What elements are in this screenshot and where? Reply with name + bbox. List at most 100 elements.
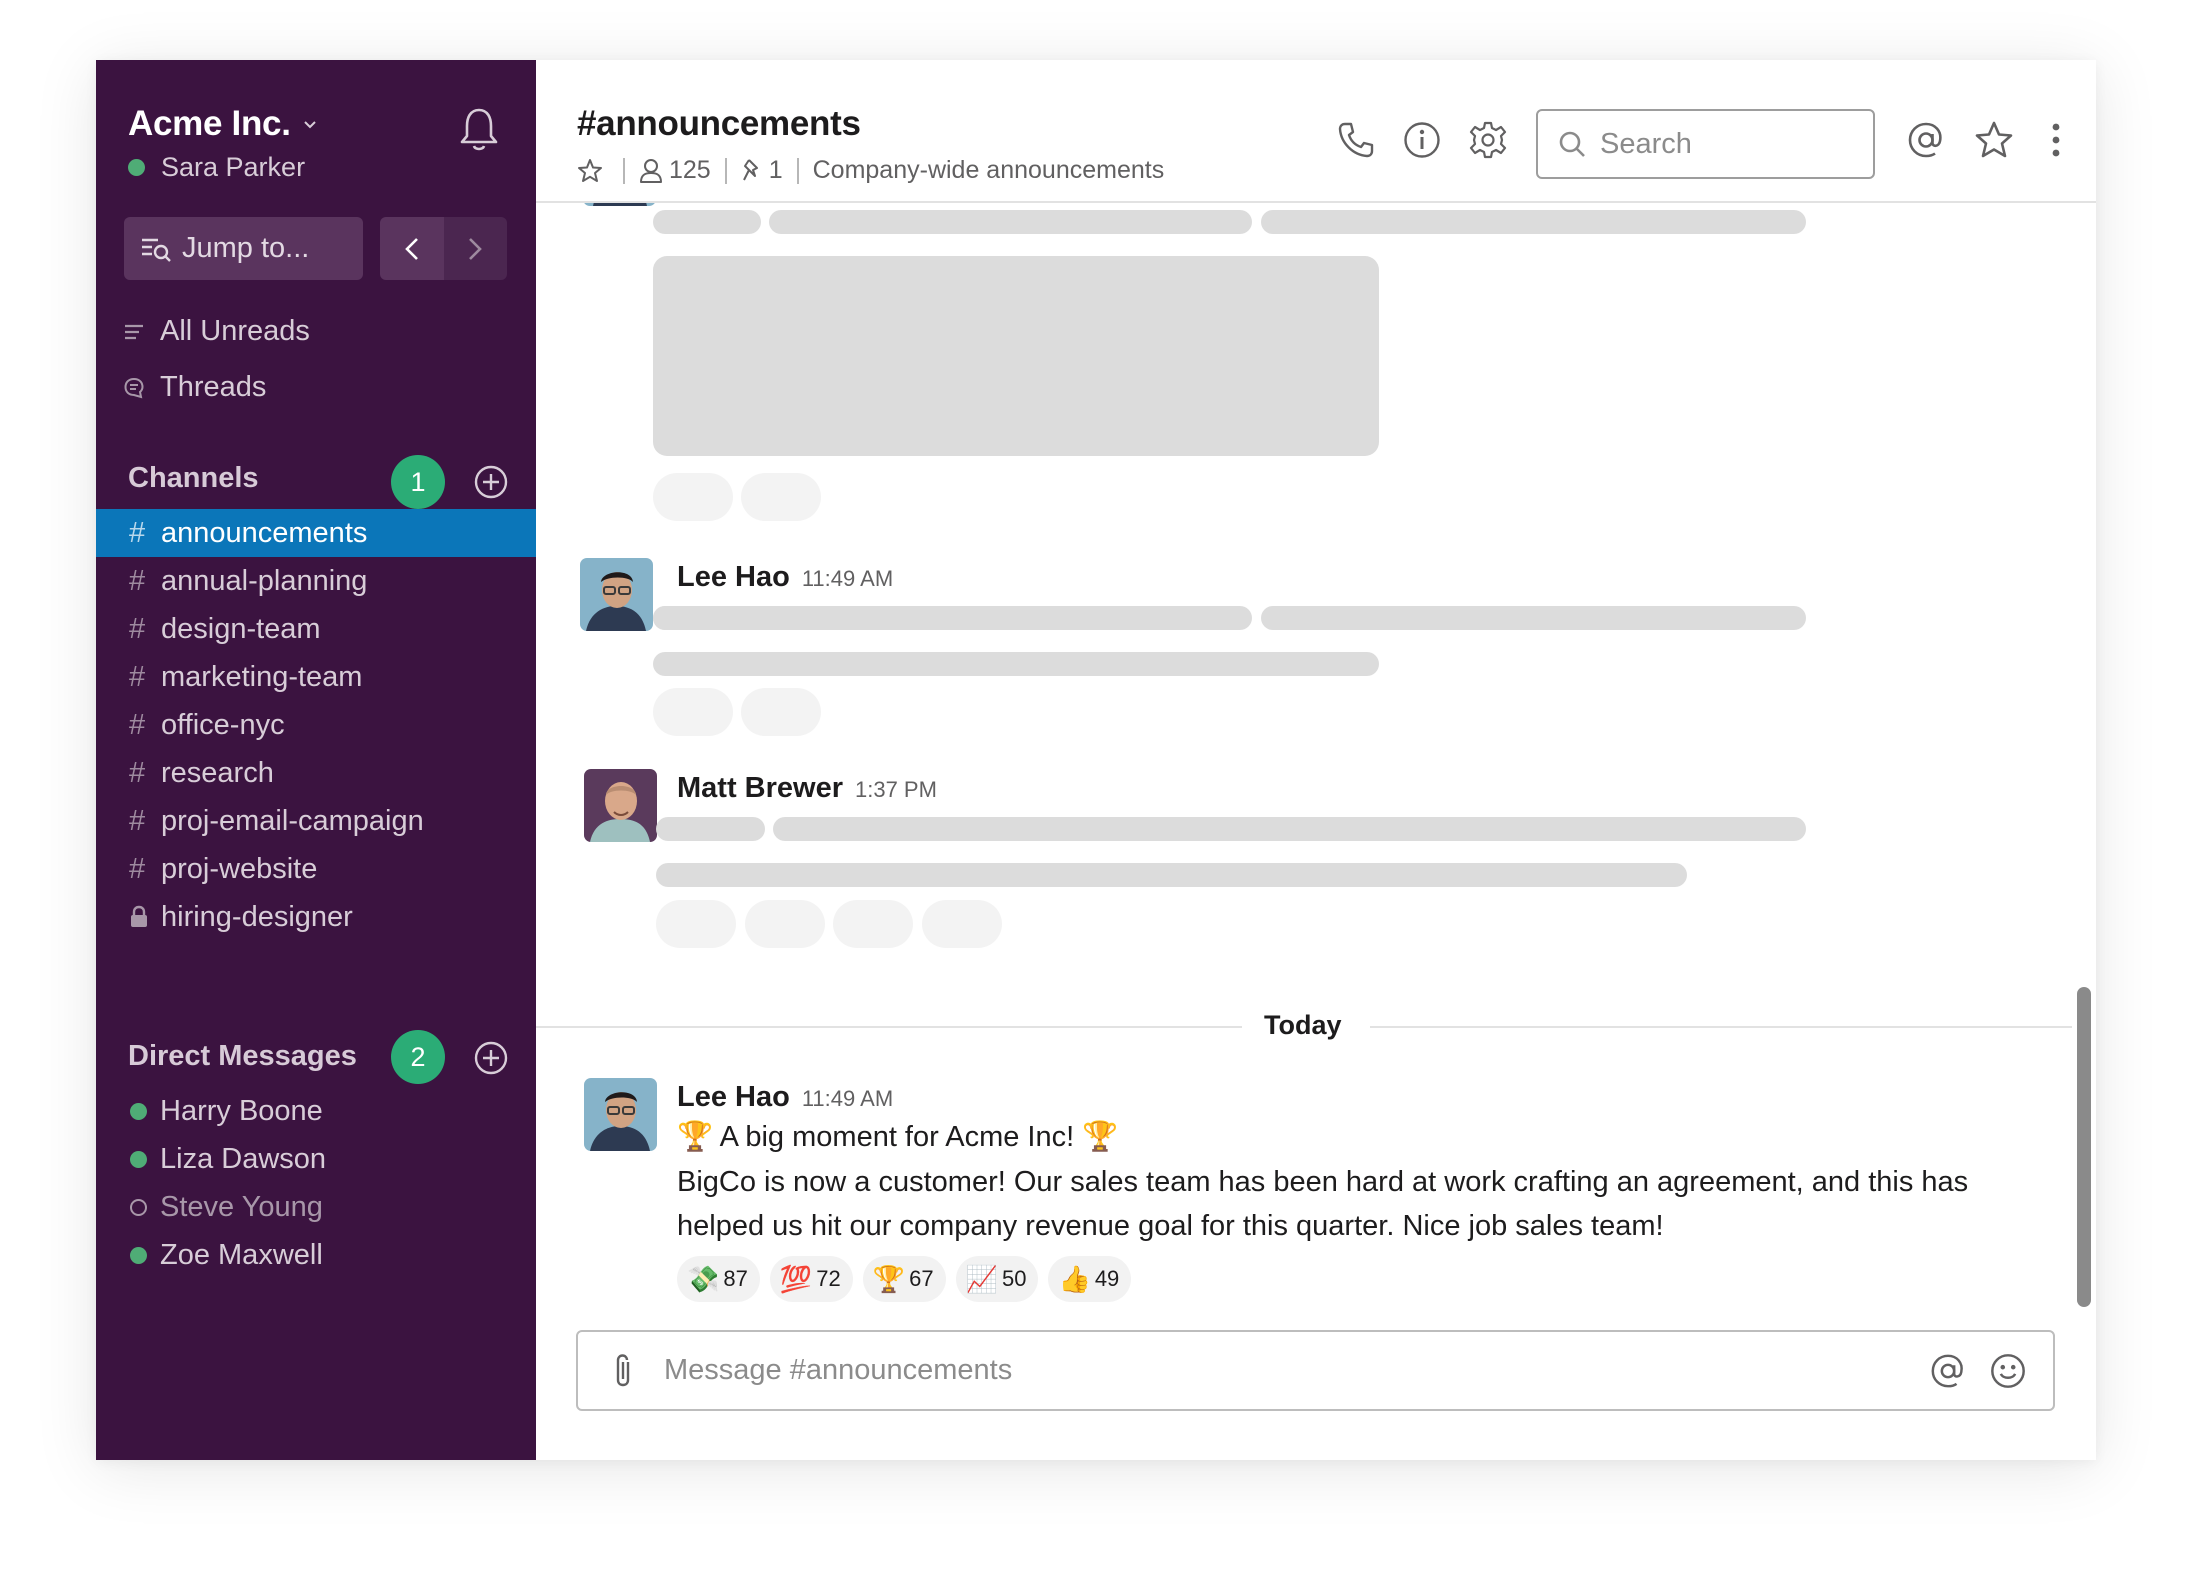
back-button[interactable] xyxy=(380,217,444,280)
mentions-icon[interactable] xyxy=(1906,120,1946,160)
reaction-placeholder xyxy=(653,473,733,521)
attach-file-button[interactable] xyxy=(602,1350,644,1392)
sidebar-dm-zoe-maxwell[interactable]: Zoe Maxwell xyxy=(96,1231,536,1279)
more-options-icon[interactable] xyxy=(2036,120,2076,160)
forward-button[interactable] xyxy=(443,217,507,280)
direct-messages-header[interactable]: Direct Messages xyxy=(128,1040,357,1073)
sidebar-channel-proj-email-campaign[interactable]: # proj-email-campaign xyxy=(96,797,536,845)
avatar-lee-hao[interactable] xyxy=(580,558,653,631)
history-navigation xyxy=(380,217,507,280)
image-placeholder xyxy=(653,256,1379,456)
message-author[interactable]: Lee Hao 11:49 AM xyxy=(677,561,893,594)
sidebar-channel-annual-planning[interactable]: # annual-planning xyxy=(96,557,536,605)
sidebar-channel-research[interactable]: # research xyxy=(96,749,536,797)
sidebar-dm-harry-boone[interactable]: Harry Boone xyxy=(96,1087,536,1135)
info-icon[interactable] xyxy=(1402,120,1442,160)
reaction-trophy[interactable]: 🏆 67 xyxy=(862,1256,946,1302)
reaction-count: 72 xyxy=(816,1266,841,1291)
online-status-icon xyxy=(130,1102,147,1120)
reaction-count: 49 xyxy=(1094,1266,1120,1291)
message-timestamp[interactable]: 11:49 AM xyxy=(802,1086,893,1111)
lock-icon xyxy=(131,905,147,927)
mention-button[interactable] xyxy=(1927,1350,1969,1392)
trophy-emoji-icon: 🏆 xyxy=(872,1263,906,1294)
sidebar-dm-liza-dawson[interactable]: Liza Dawson xyxy=(96,1135,536,1183)
smiley-icon xyxy=(1991,1353,2025,1388)
phone-icon[interactable] xyxy=(1336,120,1376,160)
sidebar-channel-design-team[interactable]: # design-team xyxy=(96,605,536,653)
app-window: Acme Inc. Sara Parker Jump to... All Unr… xyxy=(96,60,2096,1460)
add-dm-icon[interactable] xyxy=(473,1040,509,1076)
notifications-bell-icon[interactable] xyxy=(458,106,500,152)
member-count-value: 125 xyxy=(669,156,711,184)
author-name[interactable]: Matt Brewer xyxy=(677,772,843,804)
message-author[interactable]: Lee Hao 11:49 AM xyxy=(677,1081,893,1114)
add-channel-icon[interactable] xyxy=(473,464,509,500)
reaction-placeholder xyxy=(833,900,913,948)
reaction-count: 87 xyxy=(723,1266,748,1291)
sidebar-item-threads[interactable]: Threads xyxy=(124,371,266,404)
sidebar-item-all-unreads[interactable]: All Unreads xyxy=(124,315,310,348)
all-unreads-icon xyxy=(125,324,143,339)
reaction-count: 67 xyxy=(909,1266,934,1291)
jump-to-button[interactable]: Jump to... xyxy=(124,217,363,280)
message-timestamp[interactable]: 1:37 PM xyxy=(855,777,937,802)
avatar-matt-brewer[interactable] xyxy=(584,769,657,842)
workspace-switcher[interactable]: Acme Inc. xyxy=(128,104,317,144)
current-user[interactable]: Sara Parker xyxy=(128,152,305,183)
channel-meta: 125 1 Company-wide announcements xyxy=(577,156,1164,185)
reaction-placeholder xyxy=(922,900,1002,948)
channels-header[interactable]: Channels xyxy=(128,462,259,495)
hash-icon: # xyxy=(129,660,146,693)
threads-icon xyxy=(124,377,144,398)
avatar-lee-hao[interactable] xyxy=(584,1078,657,1151)
member-count[interactable]: 125 xyxy=(639,156,711,185)
sidebar-channel-proj-website[interactable]: # proj-website xyxy=(96,845,536,893)
author-name[interactable]: Lee Hao xyxy=(677,561,790,593)
sidebar-channel-announcements[interactable]: # announcements xyxy=(96,509,536,557)
reaction-thumbsup[interactable]: 👍 49 xyxy=(1048,1256,1132,1302)
star-icon[interactable] xyxy=(577,158,603,184)
channel-name: proj-email-campaign xyxy=(161,804,424,837)
channel-name: annual-planning xyxy=(161,564,368,597)
message-timestamp[interactable]: 11:49 AM xyxy=(802,566,893,591)
hash-icon: # xyxy=(129,756,146,789)
sidebar-channel-hiring-designer[interactable]: hiring-designer xyxy=(96,893,536,941)
reaction-placeholder xyxy=(656,900,736,948)
hash-icon: # xyxy=(129,804,146,837)
gear-icon[interactable] xyxy=(1468,120,1508,160)
channel-title[interactable]: #announcements xyxy=(577,104,861,144)
search-input[interactable] xyxy=(1600,127,1850,161)
sidebar-dm-steve-young[interactable]: Steve Young xyxy=(96,1183,536,1231)
starred-items-icon[interactable] xyxy=(1974,120,2014,160)
skeleton-line xyxy=(773,817,1806,841)
hash-icon: # xyxy=(129,516,146,549)
channel-topic[interactable]: Company-wide announcements xyxy=(813,156,1165,185)
money-emoji-icon: 💸 xyxy=(687,1263,720,1294)
author-name[interactable]: Lee Hao xyxy=(677,1081,790,1113)
channel-name: hiring-designer xyxy=(161,900,353,933)
separator xyxy=(724,157,727,184)
reaction-100[interactable]: 💯 72 xyxy=(769,1256,853,1302)
pinned-count[interactable]: 1 xyxy=(741,156,783,185)
reaction-money[interactable]: 💸 87 xyxy=(677,1256,760,1302)
reaction-chart[interactable]: 📈 50 xyxy=(955,1256,1039,1302)
skeleton-line xyxy=(769,210,1252,234)
jump-to-icon xyxy=(142,238,171,262)
channel-name: office-nyc xyxy=(161,708,285,741)
search-box[interactable] xyxy=(1536,109,1875,179)
away-status-icon xyxy=(130,1198,147,1216)
dm-name: Harry Boone xyxy=(160,1094,323,1127)
scrollbar[interactable] xyxy=(2077,987,2091,1307)
mention-icon xyxy=(1931,1354,1963,1387)
channel-view: Lee Hao 11:49 AM Matt Brewer 1:37 PM Tod… xyxy=(536,60,2096,1460)
reactions: 💸 87 💯 72 🏆 67 📈 50 👍 49 xyxy=(677,1256,1141,1302)
emoji-button[interactable] xyxy=(1987,1350,2029,1392)
workspace-name: Acme Inc. xyxy=(128,104,291,143)
sidebar-channel-office-nyc[interactable]: # office-nyc xyxy=(96,701,536,749)
message-author[interactable]: Matt Brewer 1:37 PM xyxy=(677,772,937,805)
message-input[interactable] xyxy=(664,1354,1927,1387)
hash-icon: # xyxy=(129,612,146,645)
separator xyxy=(623,157,625,184)
sidebar-channel-marketing-team[interactable]: # marketing-team xyxy=(96,653,536,701)
